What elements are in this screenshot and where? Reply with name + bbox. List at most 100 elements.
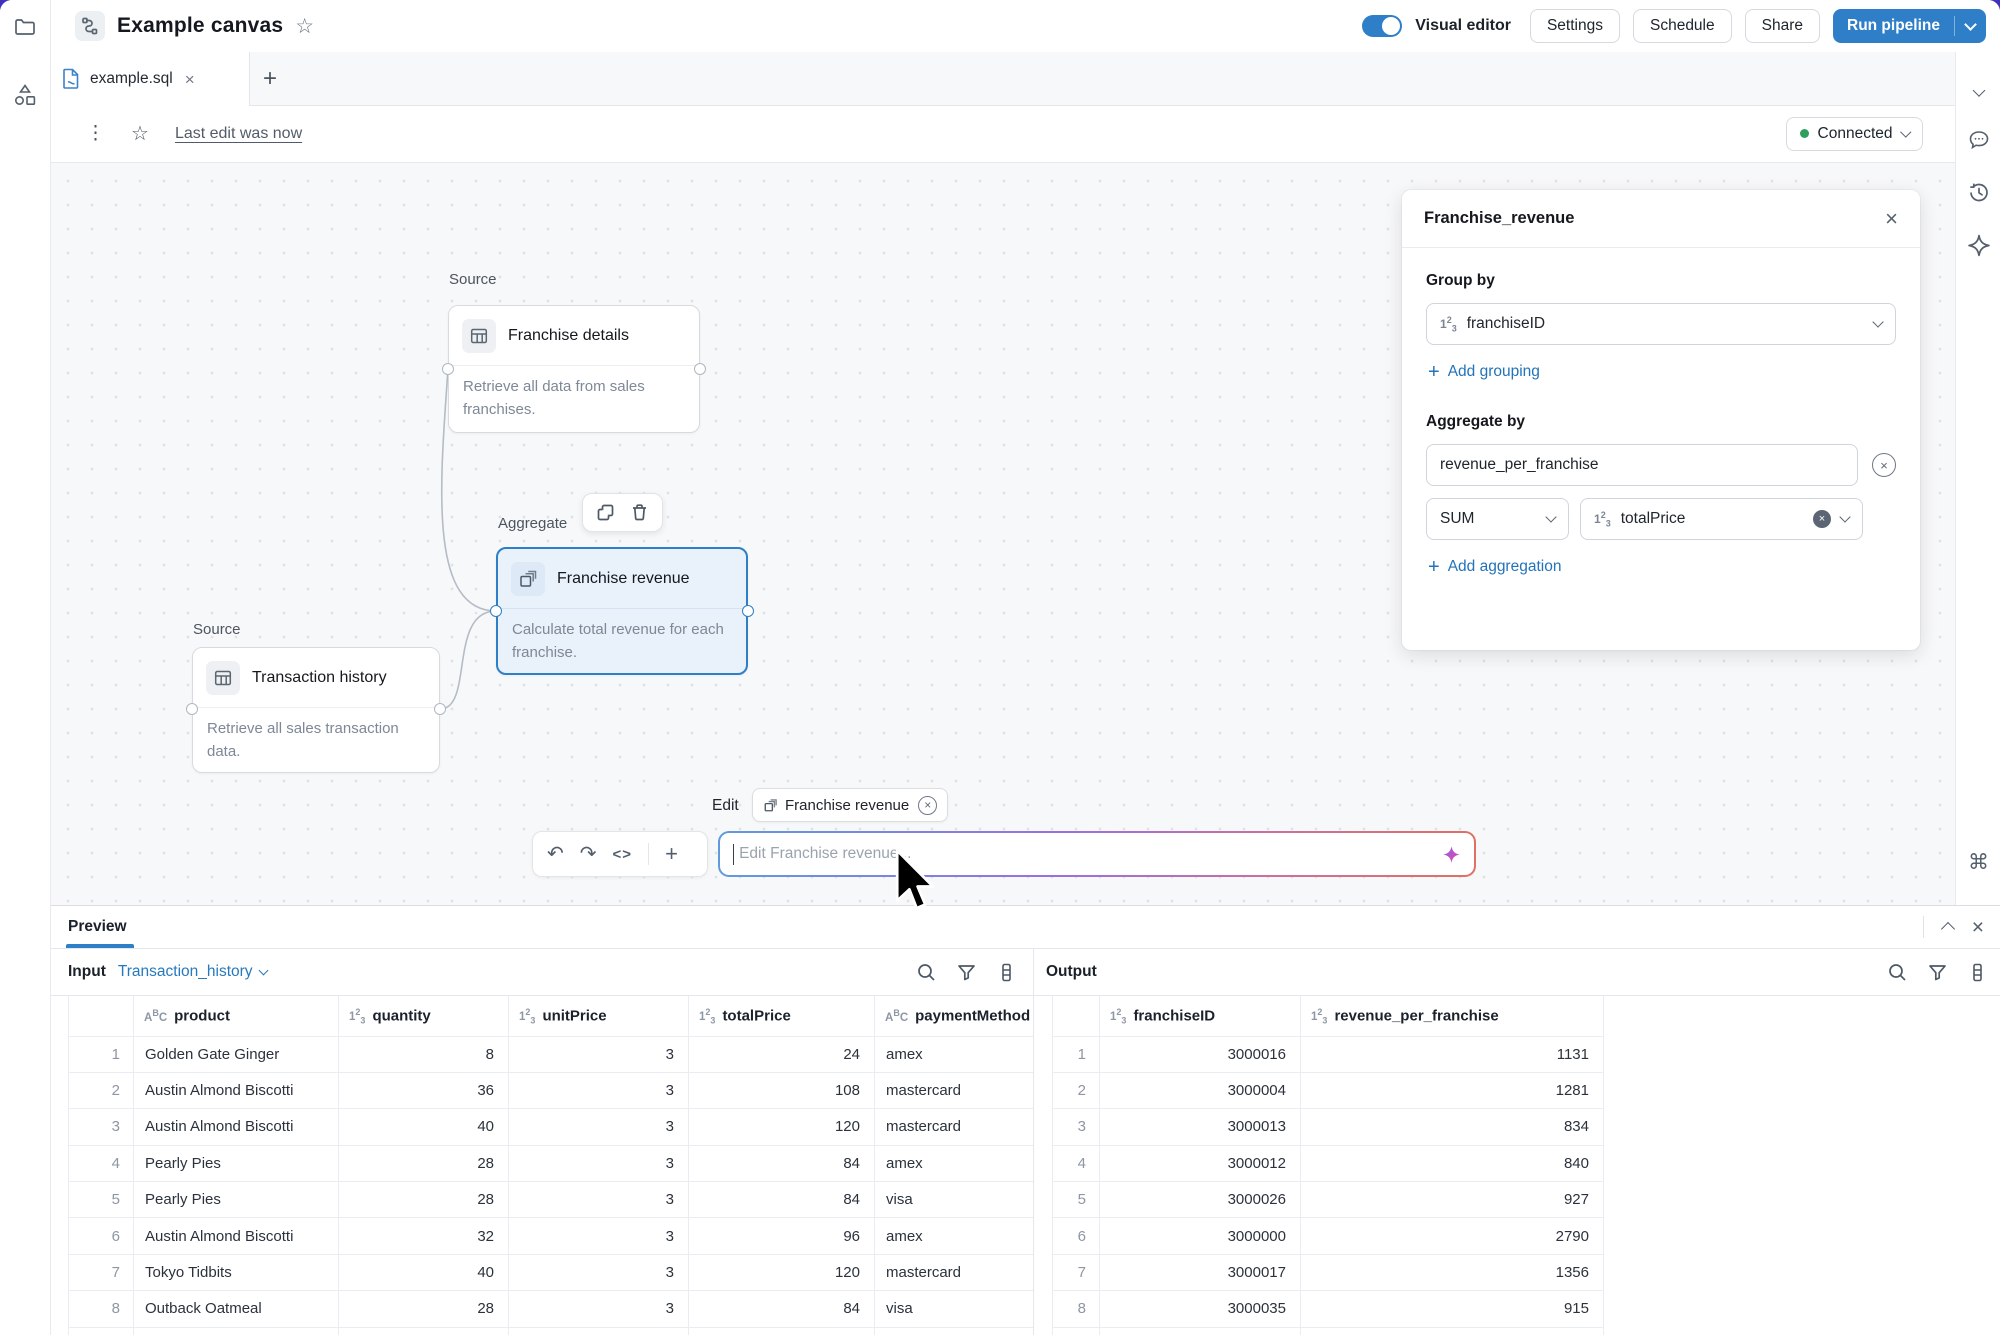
aggregate-field-value: totalPrice <box>1621 510 1686 528</box>
version-history-icon[interactable] <box>1966 180 1991 205</box>
run-pipeline-button[interactable]: Run pipeline <box>1833 9 1986 43</box>
node-transaction-history[interactable]: Transaction history Retrieve all sales t… <box>192 647 440 773</box>
connection-status-dropdown[interactable]: Connected <box>1786 117 1923 151</box>
aggregation-name-input[interactable]: revenue_per_franchise <box>1426 444 1858 486</box>
node-header: Franchise revenue <box>498 549 746 608</box>
delete-node-icon[interactable] <box>630 503 649 522</box>
settings-button[interactable]: Settings <box>1530 9 1620 43</box>
ai-prompt-container <box>718 831 1476 877</box>
node-franchise-details[interactable]: Franchise details Retrieve all data from… <box>448 305 700 433</box>
cell-product: Austin Almond Biscotti <box>134 1109 339 1145</box>
table-row: 6Austin Almond Biscotti32396amex <box>69 1218 1034 1254</box>
clear-field-icon[interactable]: × <box>1813 510 1831 528</box>
cell-product: Outback Oatmeal <box>134 1291 339 1327</box>
cell-unitPrice: 3 <box>509 1182 689 1218</box>
node-port[interactable] <box>434 703 446 715</box>
column-header-paymentMethod[interactable]: ABCpaymentMethod <box>875 996 1034 1036</box>
filter-icon[interactable] <box>1927 962 1948 983</box>
keyboard-shortcuts-icon[interactable]: ⌘ <box>1968 850 1989 875</box>
comments-icon[interactable] <box>1966 128 1991 153</box>
shapes-lineage-icon[interactable] <box>12 82 38 108</box>
schedule-button[interactable]: Schedule <box>1633 9 1732 43</box>
node-port[interactable] <box>742 605 754 617</box>
ai-sparkle-icon[interactable] <box>1442 845 1461 864</box>
edit-target-chip[interactable]: Franchise revenue × <box>752 788 948 822</box>
row-number-header <box>69 996 134 1036</box>
ai-prompt-input[interactable] <box>737 844 1442 864</box>
star-file-icon[interactable]: ☆ <box>131 124 149 144</box>
search-icon[interactable] <box>916 962 937 983</box>
edit-target-label: Franchise revenue <box>785 797 909 814</box>
tab-example-sql[interactable]: example.sql × <box>50 52 250 106</box>
column-header-unitPrice[interactable]: 123unitPrice <box>509 996 689 1036</box>
output-pane-header: Output <box>1034 949 2000 996</box>
column-header-quantity[interactable]: 123quantity <box>339 996 509 1036</box>
column-header-revenue_per_franchise[interactable]: 123revenue_per_franchise <box>1301 996 1604 1036</box>
aggregate-field-select[interactable]: 123 totalPrice × <box>1580 498 1863 540</box>
table-row: 730000171356 <box>1053 1254 1615 1290</box>
node-port[interactable] <box>490 605 502 617</box>
input-source-dropdown[interactable]: Transaction_history <box>118 963 267 981</box>
share-button[interactable]: Share <box>1745 9 1820 43</box>
table-row: 8Outback Oatmeal28384visa <box>69 1291 1034 1327</box>
node-port[interactable] <box>186 703 198 715</box>
folder-icon[interactable] <box>13 15 37 39</box>
table-row: 2Austin Almond Biscotti363108mastercard <box>69 1072 1034 1108</box>
table-row: 1Golden Gate Ginger8324amex <box>69 1036 1034 1072</box>
column-header-franchiseID[interactable]: 123franchiseID <box>1100 996 1301 1036</box>
toolbar-divider <box>648 843 649 865</box>
search-icon[interactable] <box>1887 962 1908 983</box>
node-port[interactable] <box>694 363 706 375</box>
row-height-icon[interactable] <box>996 962 1017 983</box>
cell-totalPrice: 84 <box>689 1291 875 1327</box>
add-grouping-button[interactable]: + Add grouping <box>1428 362 1896 382</box>
visual-editor-toggle[interactable] <box>1362 15 1402 37</box>
node-port[interactable] <box>442 363 454 375</box>
collapse-chevron-icon[interactable] <box>1974 82 1983 100</box>
node-franchise-revenue[interactable]: Franchise revenue Calculate total revenu… <box>496 547 748 675</box>
cell-totalPrice: 120 <box>689 1254 875 1290</box>
output-label: Output <box>1046 963 1097 981</box>
cell-product: Austin Almond Biscotti <box>134 1072 339 1108</box>
toggle-knob <box>1382 17 1400 35</box>
remove-target-icon[interactable]: × <box>918 796 937 815</box>
add-aggregation-button[interactable]: + Add aggregation <box>1428 557 1896 577</box>
filter-icon[interactable] <box>956 962 977 983</box>
group-by-field-select[interactable]: 123 franchiseID <box>1426 303 1896 345</box>
pipeline-canvas[interactable]: Source Franchise details Retrieve all da… <box>50 163 1955 905</box>
column-header-totalPrice[interactable]: 123totalPrice <box>689 996 875 1036</box>
active-tab-underline <box>66 944 134 948</box>
cell-revenue_per_franchise: 915 <box>1301 1291 1604 1327</box>
new-tab-button[interactable]: + <box>250 52 290 105</box>
output-pane-icons <box>1887 962 1988 983</box>
row-height-icon[interactable] <box>1967 962 1988 983</box>
favorite-star-icon[interactable]: ☆ <box>295 16 314 37</box>
data-grid: ABCproduct123quantity123unitPrice123tota… <box>68 996 1033 1335</box>
run-options-chevron-icon[interactable] <box>1955 24 1986 29</box>
row-number: 7 <box>1053 1254 1100 1290</box>
row-number <box>1053 1327 1100 1335</box>
cell-paymentMethod <box>875 1327 1034 1335</box>
remove-aggregation-icon[interactable]: × <box>1872 453 1896 477</box>
table-row: 230000041281 <box>1053 1072 1615 1108</box>
cell-quantity: 28 <box>339 1291 509 1327</box>
sparkle-assistant-icon[interactable] <box>1966 233 1991 258</box>
node-header: Franchise details <box>449 306 699 365</box>
data-grid: 123franchiseID123revenue_per_franchise13… <box>1052 996 1615 1335</box>
add-icon[interactable]: + <box>665 841 678 867</box>
aggregate-function-value: SUM <box>1440 510 1474 528</box>
column-header-product[interactable]: ABCproduct <box>134 996 339 1036</box>
copy-node-icon[interactable] <box>596 503 615 522</box>
more-options-kebab-icon[interactable]: ⋮ <box>86 122 105 145</box>
undo-icon[interactable]: ↶ <box>547 844 564 864</box>
code-view-icon[interactable]: <> <box>613 846 633 863</box>
redo-icon[interactable]: ↷ <box>580 844 597 864</box>
close-preview-icon[interactable]: × <box>1972 917 1984 938</box>
last-edit-link[interactable]: Last edit was now <box>175 125 302 143</box>
close-panel-icon[interactable]: × <box>1885 208 1898 230</box>
row-number: 5 <box>1053 1182 1100 1218</box>
tab-close-icon[interactable]: × <box>185 71 195 88</box>
aggregate-function-select[interactable]: SUM <box>1426 498 1569 540</box>
collapse-preview-icon[interactable] <box>1941 922 1955 936</box>
tab-preview[interactable]: Preview <box>68 906 127 948</box>
